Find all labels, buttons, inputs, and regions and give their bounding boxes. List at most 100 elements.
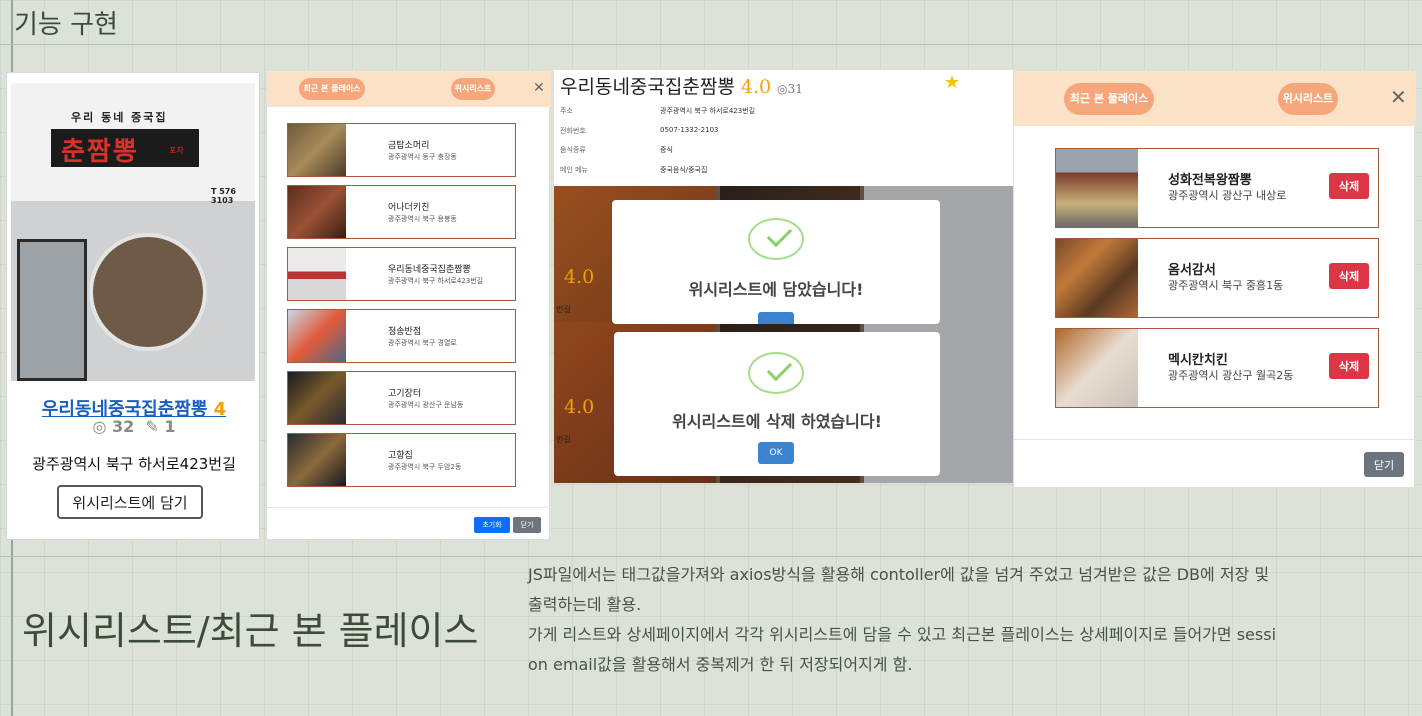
item-name: 금탑소머리 bbox=[388, 141, 430, 151]
info-value: 0507-1332-2103 bbox=[660, 126, 719, 134]
store-door bbox=[17, 239, 87, 381]
modal-footer-divider bbox=[1014, 439, 1416, 440]
feature-description: JS파일에서는 태그값을가져와 axios방식을 활용해 contoller에 … bbox=[528, 560, 1398, 680]
list-item[interactable]: 고향집 광주광역시 북구 두암2동 bbox=[287, 433, 516, 487]
item-thumbnail bbox=[288, 372, 346, 424]
delete-button[interactable]: 삭제 bbox=[1329, 263, 1369, 289]
side-rating: 4.0 bbox=[564, 396, 595, 418]
ok-button-partial[interactable] bbox=[758, 312, 794, 324]
item-name: 청송반점 bbox=[388, 327, 422, 337]
wishlist-modal: 최근 본 플레이스 위시리스트 ✕ 금탑소머리 광주광역시 동구 충장동 어나더… bbox=[266, 70, 551, 540]
modal-header: 최근 본 플레이스 위시리스트 ✕ bbox=[1014, 71, 1416, 126]
item-address: 광주광역시 북구 경열로 bbox=[388, 339, 457, 347]
item-thumbnail bbox=[288, 434, 346, 486]
feature-title: 위시리스트/최근 본 플레이스 bbox=[22, 609, 479, 653]
item-address: 광주광역시 북구 중흥1동 bbox=[1168, 279, 1284, 292]
description-line: on email값을 활용해서 중복제거 한 뒤 저장되어지게 함. bbox=[528, 655, 913, 674]
item-address: 광주광역시 북구 두암2동 bbox=[388, 463, 462, 471]
sign-top-text: 우리 동네 중국집 bbox=[71, 111, 168, 124]
detail-title-row: 우리동네중국집춘짬뽕 4.0 ◎31 bbox=[560, 72, 803, 99]
description-line: 가게 리스트와 상세페이지에서 각각 위시리스트에 담을 수 있고 최근본 플레… bbox=[528, 625, 1277, 644]
list-item[interactable]: 청송반점 광주광역시 북구 경열로 bbox=[287, 309, 516, 363]
grid-line bbox=[0, 556, 1422, 557]
list-item[interactable]: 성화전복왕짬뽕 광주광역시 광산구 내상로 삭제 bbox=[1055, 148, 1379, 228]
review-count: 1 bbox=[164, 417, 176, 436]
detail-rating: 4.0 bbox=[740, 76, 772, 98]
description-line: 출력하는데 활용. bbox=[528, 595, 642, 614]
store-photo: 우리 동네 중국집 춘짬뽕 포차 T 576 3103 bbox=[11, 83, 255, 381]
list-item[interactable]: 금탑소머리 광주광역시 동구 충장동 bbox=[287, 123, 516, 177]
list-item[interactable]: 고기장터 광주광역시 광산구 운남동 bbox=[287, 371, 516, 425]
store-address: 광주광역시 북구 하서로423번길 bbox=[32, 455, 236, 473]
side-rating: 4.0 bbox=[564, 266, 595, 288]
info-value: 광주광역시 북구 하서로423번길 bbox=[660, 107, 756, 115]
description-line: JS파일에서는 태그값을가져와 axios방식을 활용해 contoller에 … bbox=[528, 565, 1270, 584]
recent-list: 성화전복왕짬뽕 광주광역시 광산구 내상로 삭제 옴서감서 광주광역시 북구 중… bbox=[1055, 148, 1379, 418]
item-thumbnail bbox=[1056, 149, 1138, 227]
pencil-icon: ✎ bbox=[145, 417, 159, 436]
item-address: 광주광역시 북구 하서로423번길 bbox=[388, 277, 484, 285]
tab-recent-places[interactable]: 최근 본 플레이스 bbox=[299, 78, 365, 100]
detail-page: 우리동네중국집춘짬뽕 4.0 ◎31 ★ 주소 광주광역시 북구 하서로423번… bbox=[554, 70, 1013, 483]
side-text: 번길 bbox=[556, 305, 571, 314]
delete-button[interactable]: 삭제 bbox=[1329, 353, 1369, 379]
close-button[interactable]: 닫기 bbox=[1364, 452, 1404, 477]
info-label: 메인 메뉴 bbox=[560, 166, 588, 174]
close-icon[interactable]: ✕ bbox=[1390, 85, 1407, 109]
info-label: 음식종류 bbox=[560, 146, 586, 154]
detail-views: 31 bbox=[787, 82, 803, 96]
sign-phone-text: T 576 3103 bbox=[211, 187, 236, 205]
tab-recent-places[interactable]: 최근 본 플레이스 bbox=[1064, 83, 1154, 115]
list-item[interactable]: 옴서감서 광주광역시 북구 중흥1동 삭제 bbox=[1055, 238, 1379, 318]
item-address: 광주광역시 동구 충장동 bbox=[388, 153, 457, 161]
tab-wishlist[interactable]: 위시리스트 bbox=[1278, 83, 1338, 115]
side-text: 번길 bbox=[556, 435, 571, 444]
alert-message: 위시리스트에 담았습니다! bbox=[688, 280, 864, 299]
alert-message: 위시리스트에 삭제 하였습니다! bbox=[672, 412, 882, 431]
delete-button[interactable]: 삭제 bbox=[1329, 173, 1369, 199]
check-icon bbox=[748, 352, 804, 394]
item-address: 광주광역시 광산구 운남동 bbox=[388, 401, 464, 409]
close-button[interactable]: 닫기 bbox=[513, 517, 541, 533]
modal-footer-divider bbox=[267, 507, 551, 508]
add-wishlist-button[interactable]: 위시리스트에 담기 bbox=[57, 485, 203, 519]
eye-icon: ◎ bbox=[777, 82, 788, 96]
item-name: 성화전복왕짬뽕 bbox=[1168, 173, 1252, 188]
item-thumbnail bbox=[288, 310, 346, 362]
item-thumbnail bbox=[288, 124, 346, 176]
list-item[interactable]: 우리동네중국집춘짬뽕 광주광역시 북구 하서로423번길 bbox=[287, 247, 516, 301]
list-item[interactable]: 멕시칸치킨 광주광역시 광산구 월곡2동 삭제 bbox=[1055, 328, 1379, 408]
item-address: 광주광역시 광산구 월곡2동 bbox=[1168, 369, 1294, 382]
item-thumbnail bbox=[1056, 329, 1138, 407]
star-icon[interactable]: ★ bbox=[944, 72, 960, 93]
view-count: 32 bbox=[112, 417, 135, 436]
item-name: 고향집 bbox=[388, 451, 413, 461]
item-thumbnail bbox=[1056, 239, 1138, 317]
item-name: 고기장터 bbox=[388, 389, 422, 399]
item-name: 옴서감서 bbox=[1168, 263, 1216, 278]
sign-main-text: 춘짬뽕 bbox=[61, 137, 139, 167]
item-name: 우리동네중국집춘짬뽕 bbox=[388, 265, 471, 275]
sign-side-text: 포차 bbox=[169, 146, 184, 155]
item-thumbnail bbox=[288, 186, 346, 238]
info-value: 중국음식/중국집 bbox=[660, 166, 708, 174]
info-label: 전화번호 bbox=[560, 127, 586, 135]
wishlist-list: 금탑소머리 광주광역시 동구 충장동 어나더키친 광주광역시 북구 용봉동 우리… bbox=[287, 123, 516, 495]
item-name: 멕시칸치킨 bbox=[1168, 353, 1228, 368]
detail-title: 우리동네중국집춘짬뽕 bbox=[560, 76, 735, 98]
reset-button[interactable]: 초기화 bbox=[474, 517, 510, 533]
item-address: 광주광역시 광산구 내상로 bbox=[1168, 189, 1287, 202]
store-card[interactable]: 우리 동네 중국집 춘짬뽕 포차 T 576 3103 우리동네중국집춘짬뽕 4… bbox=[6, 72, 260, 540]
info-label: 주소 bbox=[560, 107, 573, 115]
item-thumbnail bbox=[288, 248, 346, 300]
eye-icon: ◎ bbox=[92, 417, 107, 436]
grid-line bbox=[0, 44, 1422, 45]
list-item[interactable]: 어나더키친 광주광역시 북구 용봉동 bbox=[287, 185, 516, 239]
recent-places-modal: 최근 본 플레이스 위시리스트 ✕ 성화전복왕짬뽕 광주광역시 광산구 내상로 … bbox=[1013, 70, 1416, 488]
info-value: 중식 bbox=[660, 146, 673, 154]
tab-wishlist[interactable]: 위시리스트 bbox=[451, 78, 495, 100]
item-address: 광주광역시 북구 용봉동 bbox=[388, 215, 457, 223]
store-stats: ◎ 32 ✎ 1 bbox=[7, 417, 261, 436]
ok-button[interactable]: OK bbox=[758, 442, 794, 464]
close-icon[interactable]: ✕ bbox=[533, 80, 545, 96]
